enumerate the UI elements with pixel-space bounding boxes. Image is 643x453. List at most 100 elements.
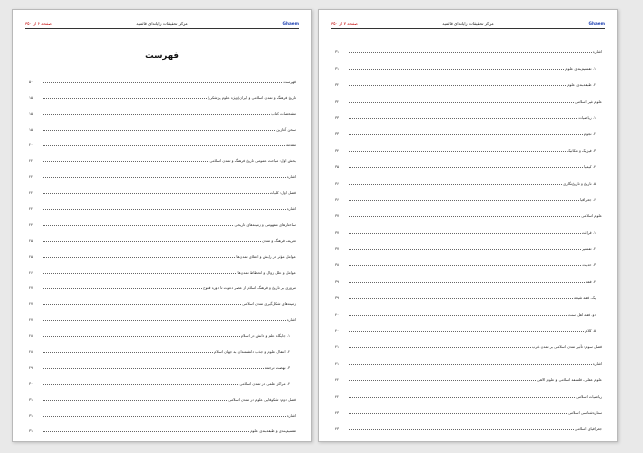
toc-entry-text: تقسیم‌بندی و طبقه‌بندی علوم [250, 428, 296, 434]
document-page-left: صفحه ۶ از ۳۵۰ مرکز تحقیقات رایانه‌ای قائ… [12, 9, 312, 442]
toc-leader-dots [43, 176, 286, 179]
toc-leader-dots [349, 117, 578, 119]
toc-leader-dots [43, 272, 237, 274]
toc-leader-dots [349, 215, 581, 218]
brand-logo: Ghaem [282, 21, 299, 26]
toc-entry[interactable]: ۴۲ ریاضیات اسلامی [335, 382, 602, 399]
toc-leader-dots [43, 144, 285, 147]
toc-entry[interactable]: ۴۰ ۵. کلام [335, 317, 602, 333]
toc-entry[interactable]: ۴۰ دو. فقه اهل سنت [335, 300, 602, 317]
toc-entry[interactable]: ۳۱ اشاره [29, 402, 296, 418]
toc-entry[interactable]: ۳۲ علوم غیر اسلامی [335, 87, 602, 104]
toc-leader-dots [349, 264, 582, 267]
toc-leader-dots [43, 399, 228, 401]
toc-entry[interactable]: ۳۱ فصل دوم: شکوفایی علوم در تمدن اسلامی [29, 386, 296, 402]
toc-leader-dots [43, 287, 203, 290]
toc-leader-dots [349, 314, 567, 316]
toc-entry[interactable]: ۳۱ ۱. تقسیم‌بندی علوم [335, 54, 602, 71]
toc-entry[interactable]: ۳۵ ۴. کیمیا [335, 153, 602, 169]
toc-leader-dots [43, 430, 250, 433]
toc-leader-dots [349, 330, 585, 333]
toc-leader-dots [349, 84, 567, 87]
toc-leader-dots [349, 363, 592, 365]
toc-leader-dots [43, 208, 286, 211]
toc-entry[interactable]: ۲۵ تعریف فرهنگ و تمدن [29, 227, 296, 243]
toc-entry[interactable]: ۲۸ ۲. انتقال علوم و جذب دانشمندان به جهان… [29, 338, 296, 354]
toc-entry[interactable]: ۱۵ مشخصات کتاب [29, 100, 296, 116]
toc-entry[interactable]: ۵۰ فهرست [29, 68, 296, 84]
toc-leader-dots [43, 383, 239, 385]
toc-entry[interactable]: ۲۲ فصل اول: کلیات [29, 179, 296, 195]
toc-leader-dots [349, 346, 531, 349]
toc-page-number: ۴۳ [335, 426, 340, 432]
toc-entry[interactable]: ۴۱ فصل سوم: تأثیر تمدن اسلامی بر تمدن غرب [335, 333, 602, 349]
toc-entry[interactable]: ۳۱ اشاره [335, 38, 602, 54]
toc-entry[interactable]: ۴۳ ستاره‌شناسی اسلامی [335, 399, 602, 415]
header-title: مرکز تحقیقات رایانه‌ای قائمیه [136, 21, 188, 26]
toc-leader-dots [43, 415, 286, 417]
toc-entry[interactable]: ۳۷ ۱. قرائت [335, 218, 602, 235]
toc-leader-dots [349, 396, 575, 398]
toc-list: ۳۱ اشاره ۳۱ ۱. تقسیم‌بندی علوم ۳۲ ۲. طبقه‌بند… [335, 38, 602, 431]
toc-entry[interactable]: ۲۲ بخش اول: مباحث عمومی تاریخ فرهنگ و تمد… [29, 147, 296, 163]
toc-entry[interactable]: ۲۷ اشاره [29, 306, 296, 322]
toc-leader-dots [349, 428, 574, 431]
toc-page-number: ۳۱ [29, 428, 34, 434]
toc-leader-dots [43, 256, 236, 258]
toc-leader-dots [43, 240, 262, 242]
toc-leader-dots [43, 160, 209, 163]
toc-leader-dots [43, 351, 214, 354]
toc-leader-dots [349, 232, 581, 234]
toc-leader-dots [349, 199, 580, 201]
toc-leader-dots [349, 133, 583, 136]
toc-leader-dots [43, 367, 264, 369]
toc-list: ۵۰ فهرست ۱۵ تاریخ فرهنگ و تمدن اسلامی و ایر… [29, 68, 296, 434]
toc-entry[interactable]: ۳۸ ۳. حدیث [335, 251, 602, 267]
toc-leader-dots [349, 281, 585, 283]
toc-entry[interactable]: ۲۷ مروری بر تاریخ و فرهنگ اسلام از عصر دع… [29, 275, 296, 290]
toc-entry[interactable]: ۳۹ ۴. فقه [335, 267, 602, 284]
toc-leader-dots [349, 248, 581, 251]
toc-entry[interactable]: ۳۷ علوم اسلامی [335, 202, 602, 218]
toc-entry[interactable]: ۳۹ یک. فقه شیعه [335, 284, 602, 300]
toc-leader-dots [349, 297, 573, 300]
toc-title: فهرست [145, 51, 179, 61]
toc-entry[interactable]: ۴۱ اشاره [335, 349, 602, 366]
toc-entry[interactable]: ۳۲ ۲. طبقه‌بندی علوم [335, 71, 602, 87]
toc-entry[interactable]: ۳۶ ۵. تاریخ و تاریخ‌نگاری [335, 169, 602, 186]
toc-leader-dots [43, 81, 283, 83]
toc-leader-dots [349, 166, 584, 169]
toc-entry[interactable]: ۲۴ ساختارهای مفهومی و زمینه‌های تاریخی [29, 211, 296, 227]
toc-entry[interactable]: ۴۳ جغرافیای اسلامی [335, 415, 602, 431]
brand-logo: Ghaem [588, 21, 605, 26]
toc-entry[interactable]: ۳۳ ۱. ریاضیات [335, 104, 602, 120]
toc-leader-dots [43, 97, 207, 99]
toc-entry[interactable]: ۲۵ عوامل مؤثر در رابش و اعتلای تمدن‌ها [29, 243, 296, 259]
toc-leader-dots [349, 68, 565, 70]
toc-leader-dots [43, 129, 276, 131]
toc-leader-dots [349, 51, 592, 54]
toc-entry[interactable]: ۲۶ عوامل و علل زوال و انحطاط تمدن‌ها [29, 259, 296, 275]
toc-entry[interactable]: ۴۲ علوم عقلی، فلسفه اسلامی و علوم الاهی [335, 366, 602, 382]
toc-leader-dots [43, 335, 240, 338]
toc-entry[interactable]: ۱۵ تاریخ فرهنگ و تمدن اسلامی و ایران(ویژه… [29, 84, 296, 100]
toc-leader-dots [43, 319, 286, 322]
toc-entry[interactable]: ۲۲ اشاره [29, 195, 296, 211]
toc-entry[interactable]: ۳۱ تقسیم‌بندی و طبقه‌بندی علوم [29, 418, 296, 434]
toc-leader-dots [349, 183, 563, 185]
toc-entry[interactable]: ۲۸ ۱. جایگاه علم و دانش در اسلام [29, 322, 296, 338]
document-page-right: صفحه ۷ از ۳۵۰ مرکز تحقیقات رایانه‌ای قائ… [318, 9, 618, 442]
toc-entry[interactable]: ۳۶ ۶. جغرافیا [335, 186, 602, 202]
header-title: مرکز تحقیقات رایانه‌ای قائمیه [442, 21, 494, 26]
toc-entry[interactable]: ۲۰ مقدمه [29, 132, 296, 147]
toc-entry[interactable]: ۲۷ زمینه‌های شکل‌گیری تمدن اسلامی [29, 290, 296, 306]
toc-entry[interactable]: ۲۲ اشاره [29, 163, 296, 179]
toc-entry[interactable]: ۳۳ ۲. نجوم [335, 120, 602, 136]
toc-entry[interactable]: ۳۰ ۴. مراکز علمی در تمدن اسلامی [29, 370, 296, 386]
toc-entry[interactable]: ۳۷ ۲. تفسیر [335, 235, 602, 251]
toc-leader-dots [43, 303, 242, 306]
toc-entry[interactable]: ۲۹ ۳. نهضت ترجمه [29, 354, 296, 370]
toc-entry[interactable]: ۳۴ ۳. فیزیک و مکانیک [335, 136, 602, 153]
toc-entry[interactable]: ۱۵ سخن آغازین [29, 116, 296, 132]
toc-leader-dots [349, 150, 566, 152]
